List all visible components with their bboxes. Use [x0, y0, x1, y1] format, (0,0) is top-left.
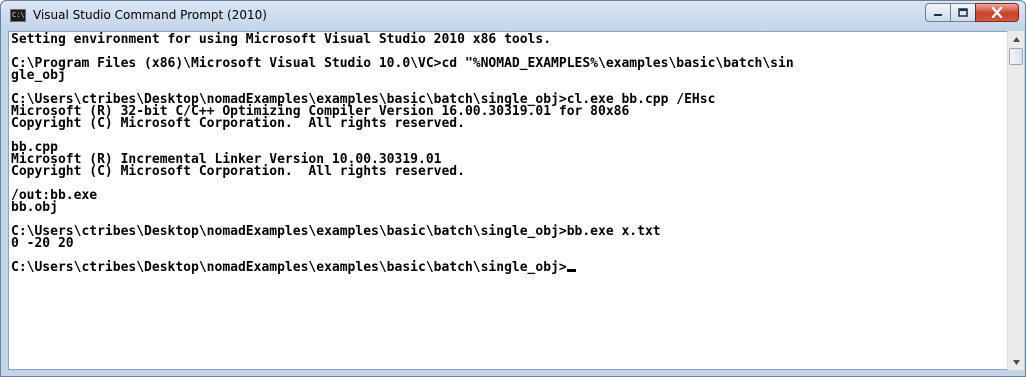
- command-prompt: C:\Users\ctribes\Desktop\nomadExamples\e…: [11, 260, 567, 275]
- maximize-button[interactable]: [950, 3, 976, 22]
- console-line: Setting environment for using Microsoft …: [11, 32, 552, 47]
- scroll-down-icon: [1012, 359, 1020, 365]
- console-icon[interactable]: C:\: [10, 9, 26, 22]
- close-button[interactable]: [975, 3, 1019, 22]
- console-line: C:\Users\ctribes\Desktop\nomadExamples\e…: [11, 224, 661, 239]
- vertical-scrollbar[interactable]: [1007, 31, 1024, 370]
- console-line: gle_obj: [11, 68, 66, 83]
- console-output-area[interactable]: Setting environment for using Microsoft …: [8, 31, 1008, 370]
- minimize-button[interactable]: [925, 3, 951, 22]
- console-output-lines: Setting environment for using Microsoft …: [11, 32, 794, 251]
- console-line: 0 -20 20: [11, 236, 74, 251]
- console-line: C:\Program Files (x86)\Microsoft Visual …: [11, 56, 794, 71]
- close-icon: [991, 7, 1003, 18]
- minimize-icon: [934, 13, 942, 16]
- scroll-up-button[interactable]: [1008, 31, 1024, 47]
- scroll-down-button[interactable]: [1008, 354, 1024, 370]
- scrollbar-thumb[interactable]: [1009, 48, 1023, 65]
- window-title: Visual Studio Command Prompt (2010): [33, 8, 267, 22]
- console-line: bb.obj: [11, 200, 58, 215]
- title-bar[interactable]: C:\ Visual Studio Command Prompt (2010): [1, 1, 1025, 31]
- window-controls: [925, 3, 1019, 23]
- maximize-icon: [958, 8, 968, 17]
- console-line: Copyright (C) Microsoft Corporation. All…: [11, 164, 465, 179]
- console-line: Copyright (C) Microsoft Corporation. All…: [11, 116, 465, 131]
- text-cursor: [566, 269, 576, 272]
- console-window: C:\ Visual Studio Command Prompt (2010) …: [0, 0, 1026, 377]
- console-text: Setting environment for using Microsoft …: [9, 32, 1007, 274]
- scroll-up-icon: [1012, 36, 1020, 42]
